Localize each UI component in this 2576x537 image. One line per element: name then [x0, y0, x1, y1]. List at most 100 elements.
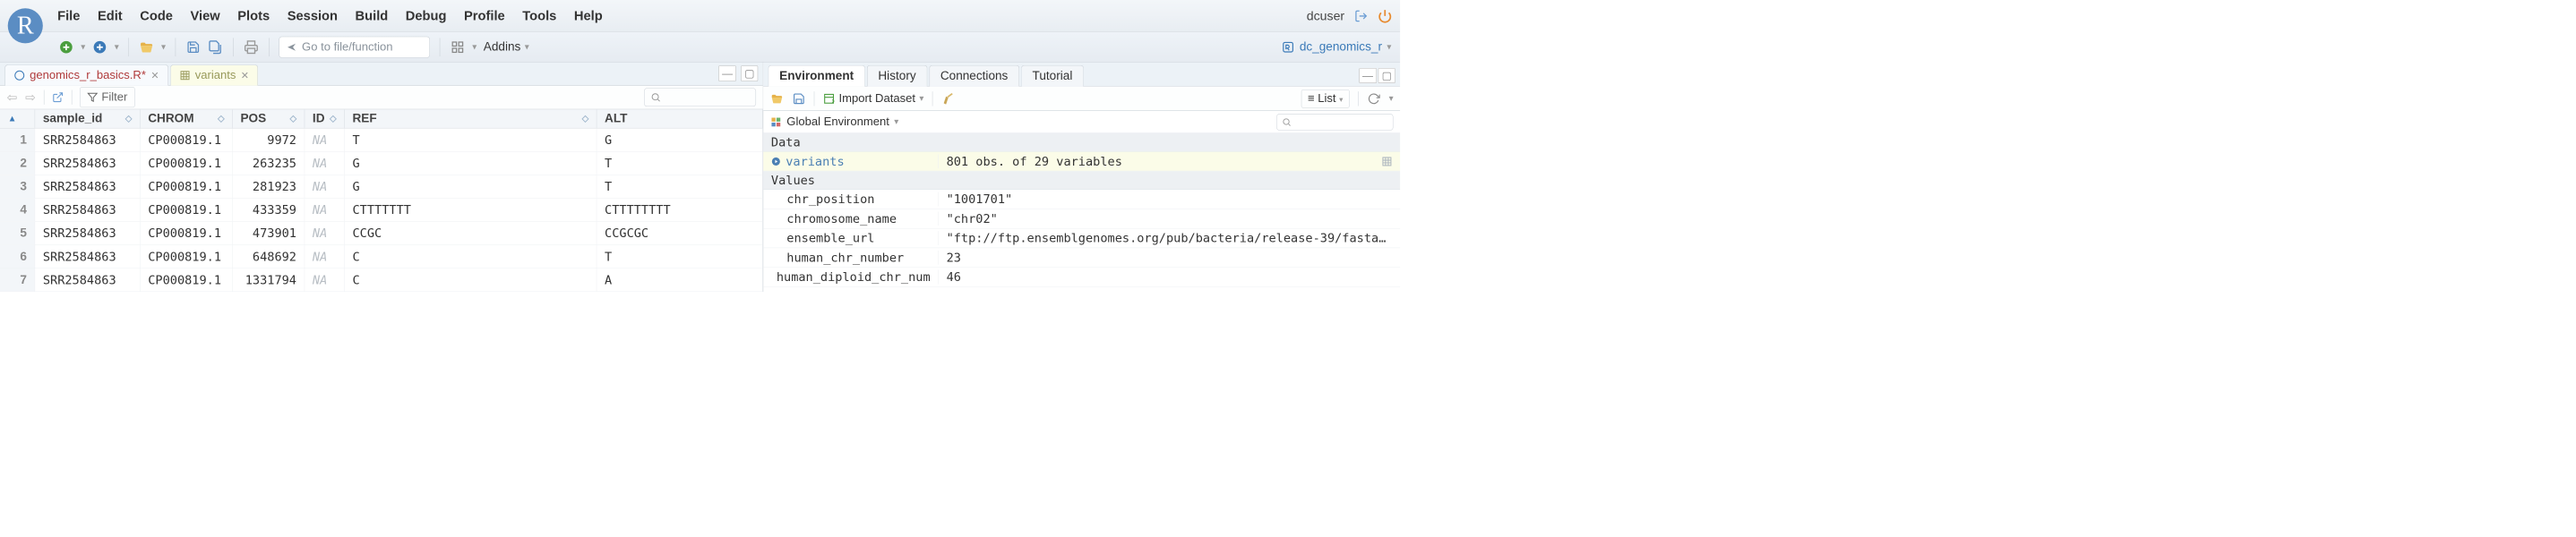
- scope-label[interactable]: Global Environment: [786, 115, 889, 129]
- nav-back-icon[interactable]: ⇦: [7, 90, 18, 105]
- cell-chrom: CP000819.1: [141, 128, 233, 151]
- table-row[interactable]: 2SRR2584863CP000819.1263235NAGT: [0, 152, 763, 175]
- new-file-icon[interactable]: [58, 39, 73, 55]
- menu-build[interactable]: Build: [356, 8, 389, 23]
- table-row[interactable]: 1SRR2584863CP000819.19972NATG: [0, 128, 763, 151]
- env-value-row[interactable]: human_chr_number23: [763, 248, 1400, 268]
- tab-tutorial[interactable]: Tutorial: [1021, 65, 1084, 87]
- menu-session[interactable]: Session: [288, 8, 338, 23]
- table-row[interactable]: 4SRR2584863CP000819.1433359NACTTTTTTTCTT…: [0, 199, 763, 222]
- table-row[interactable]: 3SRR2584863CP000819.1281923NAGT: [0, 175, 763, 199]
- menu-edit[interactable]: Edit: [98, 8, 123, 23]
- save-all-icon[interactable]: [208, 39, 223, 55]
- new-project-dropdown-icon[interactable]: ▾: [115, 42, 119, 52]
- maximize-pane-icon[interactable]: ▢: [741, 66, 758, 81]
- cell-chrom: CP000819.1: [141, 222, 233, 245]
- close-icon[interactable]: ✕: [241, 70, 249, 82]
- open-file-icon[interactable]: [139, 39, 154, 55]
- table-header-row: ▲ sample_id◇ CHROM◇ POS◇ ID◇ REF◇ ALT: [0, 109, 763, 128]
- logout-icon[interactable]: [1354, 9, 1368, 22]
- save-workspace-icon[interactable]: [793, 92, 805, 105]
- refresh-icon[interactable]: [1368, 92, 1380, 105]
- expand-icon[interactable]: [771, 157, 781, 166]
- minimize-pane-icon[interactable]: —: [1359, 68, 1377, 83]
- tab-label: variants: [195, 69, 236, 82]
- cell-ref: C: [345, 268, 597, 292]
- env-value-row[interactable]: chromosome_name"chr02": [763, 209, 1400, 229]
- filter-button[interactable]: Filter: [80, 87, 135, 107]
- tab-genomics-basics[interactable]: genomics_r_basics.R* ✕: [4, 64, 167, 85]
- cell-sample-id: SRR2584863: [35, 175, 140, 199]
- nav-forward-icon[interactable]: ⇨: [25, 90, 36, 105]
- popout-icon[interactable]: [52, 91, 64, 103]
- data-search-input[interactable]: [644, 88, 756, 107]
- col-sample-id[interactable]: sample_id◇: [35, 109, 140, 128]
- chevron-down-icon[interactable]: ▾: [1389, 93, 1394, 103]
- sort-icon: ◇: [582, 114, 589, 124]
- addins-menu[interactable]: Addins ▾: [484, 40, 529, 55]
- table-row[interactable]: 5SRR2584863CP000819.1473901NACCGCCCGCGC: [0, 222, 763, 245]
- project-selector[interactable]: dc_genomics_r ▾: [1282, 40, 1391, 55]
- sort-icon: ◇: [289, 114, 296, 124]
- menu-plots[interactable]: Plots: [237, 8, 270, 23]
- maximize-pane-icon[interactable]: ▢: [1378, 68, 1395, 83]
- env-value-row[interactable]: human_diploid_chr_num46: [763, 268, 1400, 287]
- cell-sample-id: SRR2584863: [35, 268, 140, 292]
- load-workspace-icon[interactable]: [770, 91, 784, 105]
- tab-history[interactable]: History: [867, 65, 927, 87]
- env-toolbar: Import Dataset ▾ ≡ List ▾ ▾: [763, 87, 1400, 111]
- clear-workspace-icon[interactable]: [941, 91, 955, 105]
- col-id[interactable]: ID◇: [305, 109, 345, 128]
- close-icon[interactable]: ✕: [150, 70, 159, 82]
- env-value-row[interactable]: ensemble_url"ftp://ftp.ensemblgenomes.or…: [763, 228, 1400, 248]
- new-project-icon[interactable]: [92, 39, 107, 55]
- env-var-value: 23: [939, 251, 1400, 265]
- menu-code[interactable]: Code: [140, 8, 173, 23]
- cell-id: NA: [305, 222, 345, 245]
- cell-chrom: CP000819.1: [141, 152, 233, 175]
- goto-file-input[interactable]: Go to file/function: [279, 36, 430, 57]
- cell-alt: T: [597, 245, 762, 268]
- menu-profile[interactable]: Profile: [464, 8, 505, 23]
- scope-icon: [770, 116, 782, 128]
- grid-dropdown-icon[interactable]: ▾: [472, 42, 477, 52]
- save-icon[interactable]: [185, 39, 201, 55]
- col-ref[interactable]: REF◇: [345, 109, 597, 128]
- menu-tools[interactable]: Tools: [522, 8, 556, 23]
- col-rownum[interactable]: ▲: [0, 109, 35, 128]
- menu-file[interactable]: File: [57, 8, 80, 23]
- cell-chrom: CP000819.1: [141, 175, 233, 199]
- table-row[interactable]: 6SRR2584863CP000819.1648692NACT: [0, 245, 763, 268]
- power-icon[interactable]: [1378, 9, 1392, 23]
- col-pos[interactable]: POS◇: [233, 109, 305, 128]
- tab-environment[interactable]: Environment: [769, 65, 865, 87]
- menu-view[interactable]: View: [191, 8, 220, 23]
- table-row[interactable]: 7SRR2584863CP000819.11331794NACA: [0, 268, 763, 292]
- chevron-down-icon: ▾: [1387, 42, 1391, 52]
- env-search-input[interactable]: [1276, 114, 1393, 130]
- minimize-pane-icon[interactable]: —: [718, 66, 736, 81]
- tab-variants[interactable]: variants ✕: [170, 64, 258, 85]
- tab-label: genomics_r_basics.R*: [30, 69, 146, 82]
- col-chrom[interactable]: CHROM◇: [141, 109, 233, 128]
- grid-icon[interactable]: [450, 39, 465, 55]
- sort-asc-icon: ▲: [8, 114, 17, 124]
- new-file-dropdown-icon[interactable]: ▾: [81, 42, 85, 52]
- env-data-row[interactable]: variants801 obs. of 29 variables: [763, 152, 1400, 172]
- col-alt[interactable]: ALT: [597, 109, 762, 128]
- menu-debug[interactable]: Debug: [406, 8, 447, 23]
- print-icon[interactable]: [244, 39, 259, 55]
- env-var-name: variants: [763, 154, 939, 168]
- funnel-icon: [87, 92, 98, 103]
- open-file-dropdown-icon[interactable]: ▾: [161, 42, 166, 52]
- chevron-down-icon[interactable]: ▾: [894, 116, 898, 126]
- view-mode-select[interactable]: ≡ List ▾: [1301, 90, 1350, 108]
- menubar-right: dcuser: [1307, 8, 1393, 23]
- tab-connections[interactable]: Connections: [929, 65, 1019, 87]
- menu-help[interactable]: Help: [574, 8, 603, 23]
- env-value-row[interactable]: chr_position"1001701": [763, 190, 1400, 209]
- import-dataset-button[interactable]: Import Dataset ▾: [823, 91, 923, 105]
- view-data-icon[interactable]: [1381, 156, 1392, 166]
- cell-alt: T: [597, 175, 762, 199]
- goto-arrow-icon: [287, 41, 297, 52]
